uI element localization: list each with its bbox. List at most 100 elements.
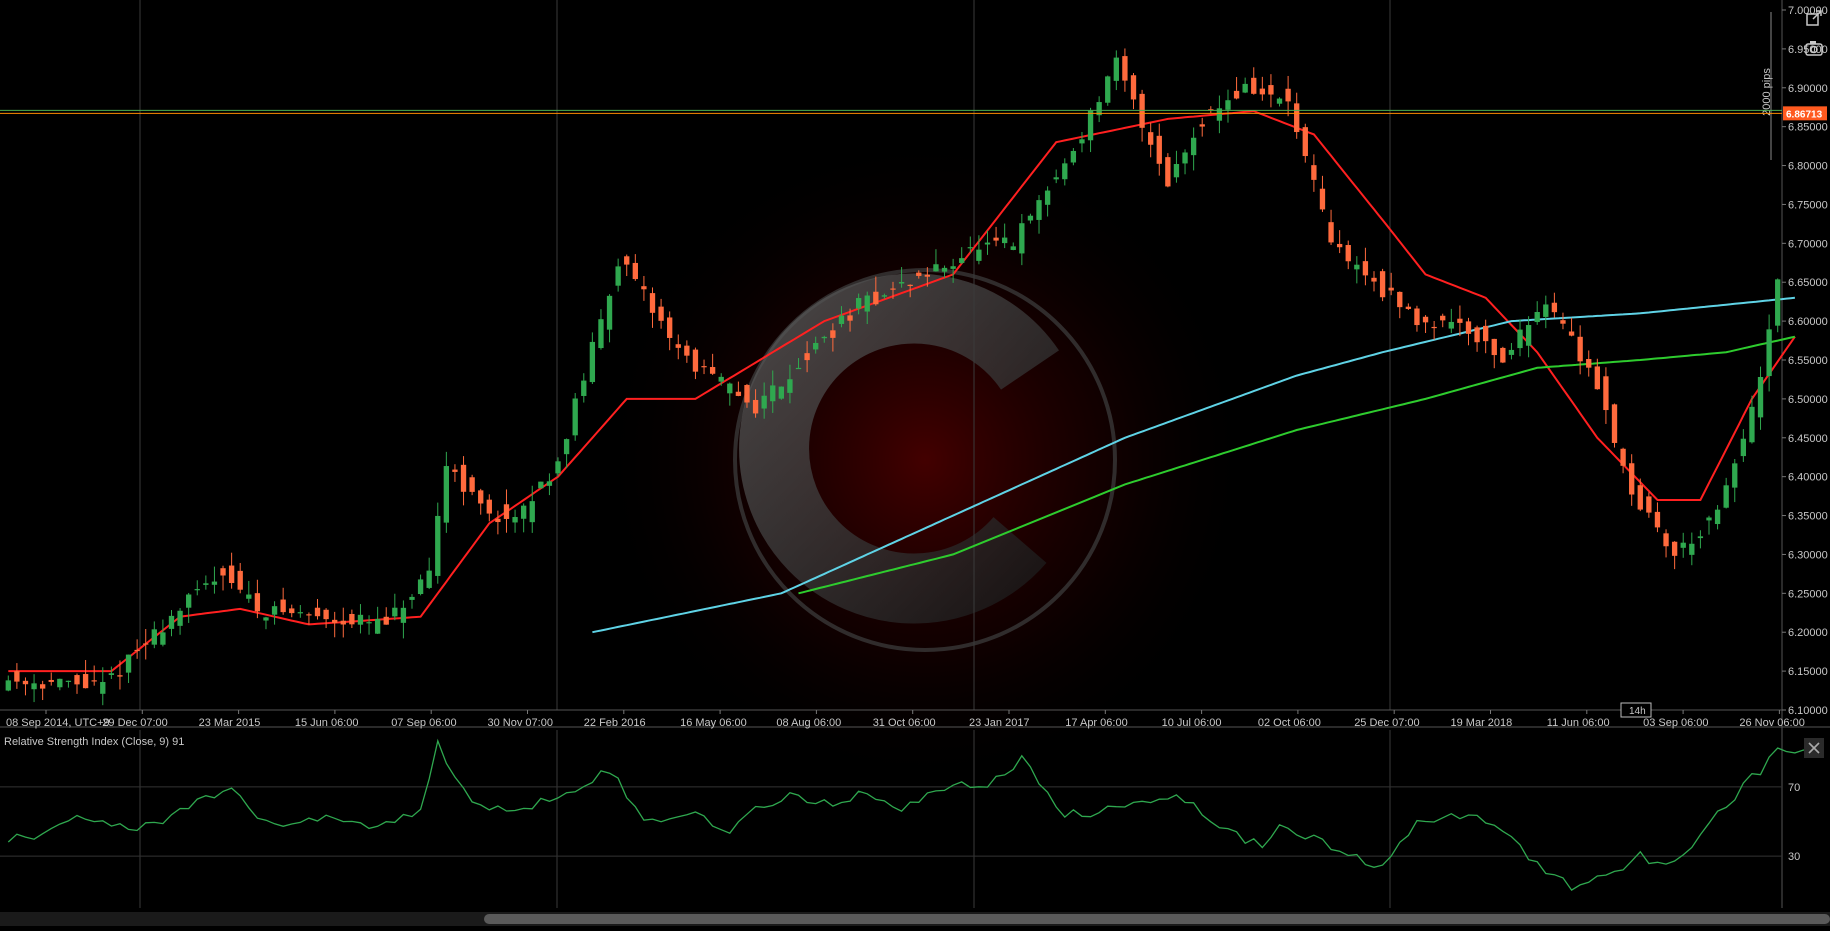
candle-body	[830, 330, 836, 338]
candle-body	[340, 620, 346, 625]
candle-body	[1173, 164, 1180, 178]
candle-body	[5, 680, 11, 691]
candle-body	[306, 614, 312, 616]
candle-body	[976, 249, 982, 261]
expand-chart-button[interactable]	[1804, 8, 1824, 28]
candle-body	[349, 613, 355, 625]
candle-body	[1122, 56, 1128, 81]
candle-body	[1440, 315, 1446, 321]
candle-body	[555, 461, 561, 474]
screenshot-button[interactable]	[1804, 38, 1824, 58]
candle-body	[692, 349, 699, 372]
time-tick-label: 25 Dec 07:00	[1354, 717, 1419, 729]
candle-body	[357, 614, 364, 625]
candle-body	[1414, 308, 1420, 326]
candle-body	[855, 298, 862, 309]
candle-body	[1577, 336, 1583, 362]
time-tick-label: 08 Aug 06:00	[776, 717, 841, 729]
candle-body	[1671, 541, 1678, 556]
candle-body	[675, 344, 681, 348]
time-tick-label: 02 Oct 06:00	[1258, 717, 1321, 729]
candle-body	[1663, 533, 1669, 547]
price-tick-label: 6.75000	[1788, 199, 1828, 211]
candle-body	[366, 622, 372, 624]
candle-body	[374, 618, 381, 634]
candle-body	[443, 466, 450, 523]
candle-body	[1405, 306, 1412, 309]
candle-body	[323, 609, 329, 620]
watermark-logo	[595, 130, 1255, 790]
chart-svg[interactable]: 6.10000 6.15000 6.20000 6.25000 6.30000 6.350…	[0, 0, 1830, 926]
candle-body	[1749, 406, 1755, 443]
candle-body	[1603, 376, 1609, 411]
candle-body	[1714, 509, 1721, 525]
close-icon	[1808, 742, 1820, 754]
candle-body	[520, 505, 527, 519]
time-tick-label: 07 Sep 06:00	[391, 717, 456, 729]
candle-body	[151, 629, 157, 645]
candle-body	[752, 399, 759, 414]
candle-body	[1611, 404, 1618, 443]
candle-body	[1757, 376, 1764, 418]
candle-body	[1483, 325, 1489, 342]
candle-body	[1620, 448, 1626, 466]
price-tick-label: 6.90000	[1788, 83, 1828, 95]
candle-body	[289, 608, 295, 614]
candle-body	[460, 464, 467, 492]
candle-body	[1740, 438, 1747, 457]
candle-body	[881, 295, 888, 297]
time-tick-label: 23 Mar 2015	[199, 717, 261, 729]
candle-body	[967, 247, 973, 249]
candle-body	[1551, 302, 1558, 313]
time-tick-label: 08 Sep 2014, UTC+9	[6, 717, 110, 729]
candle-body	[1594, 366, 1600, 390]
candle-body	[91, 680, 97, 682]
candle-body	[1586, 358, 1592, 368]
candle-body	[65, 680, 72, 682]
candle-body	[1276, 98, 1283, 104]
horizontal-scrollbar-thumb[interactable]	[484, 914, 1830, 924]
price-tick-label: 6.60000	[1788, 316, 1828, 328]
candle-body	[297, 612, 303, 614]
candle-body	[1379, 271, 1386, 298]
price-tick-label: 6.15000	[1788, 666, 1828, 678]
candle-body	[778, 386, 785, 399]
candle-body	[1500, 347, 1506, 363]
candle-body	[392, 607, 398, 617]
candle-body	[1534, 312, 1540, 323]
candle-body	[1001, 237, 1008, 244]
candle-body	[1629, 463, 1635, 495]
time-tick-label: 11 Jun 06:00	[1547, 717, 1610, 729]
candle-body	[701, 366, 707, 368]
close-indicator-button[interactable]	[1804, 738, 1824, 758]
candle-body	[804, 353, 810, 361]
price-tick-label: 6.35000	[1788, 511, 1828, 523]
candle-body	[1697, 536, 1704, 539]
candle-body	[160, 632, 166, 645]
candle-body	[426, 570, 432, 588]
current-price-label: 6.86713	[1786, 109, 1823, 120]
candle-body	[14, 671, 20, 682]
candle-body	[538, 481, 544, 489]
candle-body	[383, 616, 389, 625]
candle-body	[744, 385, 750, 403]
time-tick-label: 29 Dec 07:00	[102, 717, 167, 729]
candle-body	[1371, 277, 1377, 282]
candle-body	[1190, 137, 1197, 156]
candle-body	[761, 395, 767, 409]
candle-body	[1062, 163, 1068, 180]
candle-body	[916, 272, 922, 276]
candle-body	[770, 385, 776, 402]
candle-body	[100, 682, 106, 694]
candle-body	[641, 286, 647, 290]
candle-body	[263, 617, 269, 621]
candle-body	[39, 684, 46, 689]
candle-body	[572, 398, 578, 436]
candle-body	[598, 319, 604, 349]
candle-body	[984, 242, 991, 245]
candle-body	[1646, 496, 1652, 513]
candle-body	[1311, 165, 1317, 180]
chart-root[interactable]: 6.10000 6.15000 6.20000 6.25000 6.30000 6.350…	[0, 0, 1830, 926]
candle-body	[1362, 261, 1369, 276]
candle-body	[1251, 77, 1257, 94]
